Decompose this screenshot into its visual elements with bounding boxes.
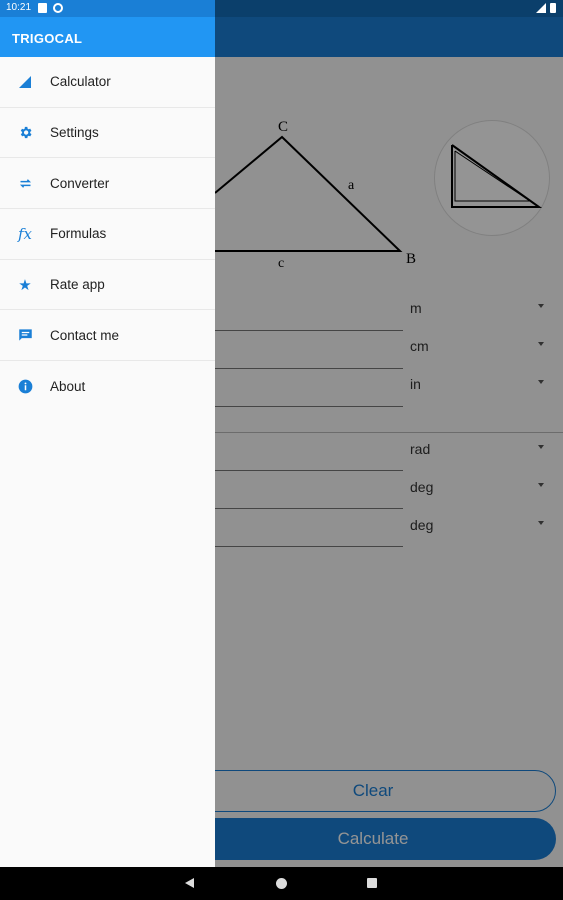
status-system-icons (536, 3, 556, 13)
recent-apps-icon[interactable] (367, 878, 377, 888)
drawer-item-label: About (50, 378, 86, 394)
drawer-item-label: Rate app (50, 277, 105, 293)
drawer-item-label: Formulas (50, 226, 107, 242)
drawer-item-label: Converter (50, 175, 110, 191)
drawer-item-rate-app[interactable]: ★ Rate app (0, 260, 215, 311)
swap-arrows-icon (0, 176, 50, 191)
drawer-item-calculator[interactable]: Calculator (0, 57, 215, 108)
drawer-item-label: Settings (50, 125, 99, 141)
battery-icon (550, 3, 556, 13)
sd-card-icon (38, 3, 47, 13)
drawer-item-contact-me[interactable]: Contact me (0, 310, 215, 362)
info-icon (0, 379, 50, 394)
drawer-item-formulas[interactable]: 𝑓𝑥 Formulas (0, 209, 215, 260)
drawer-title: TRIGOCAL (0, 17, 215, 57)
drawer-item-label: Calculator (50, 74, 111, 90)
drawer-item-label: Contact me (50, 327, 120, 343)
triangle-ruler-icon (0, 75, 50, 89)
sync-icon (53, 3, 63, 13)
drawer-item-settings[interactable]: Settings (0, 108, 215, 159)
message-icon (0, 328, 50, 342)
home-icon[interactable] (276, 878, 287, 889)
status-bar: 10:21 (0, 0, 563, 17)
status-notification-icons (38, 3, 63, 13)
drawer-item-converter[interactable]: Converter (0, 158, 215, 210)
drawer-item-about[interactable]: About (0, 361, 215, 412)
function-fx-icon: 𝑓𝑥 (17, 224, 32, 243)
gear-icon (0, 125, 50, 140)
system-navigation-bar (0, 867, 563, 900)
back-icon[interactable] (185, 878, 194, 888)
navigation-drawer: TRIGOCAL Calculator Settings Converter 𝑓… (0, 17, 215, 867)
signal-icon (536, 3, 546, 13)
status-time: 10:21 (6, 2, 32, 13)
star-icon: ★ (18, 276, 32, 294)
status-bar-drawer-section (0, 0, 215, 17)
